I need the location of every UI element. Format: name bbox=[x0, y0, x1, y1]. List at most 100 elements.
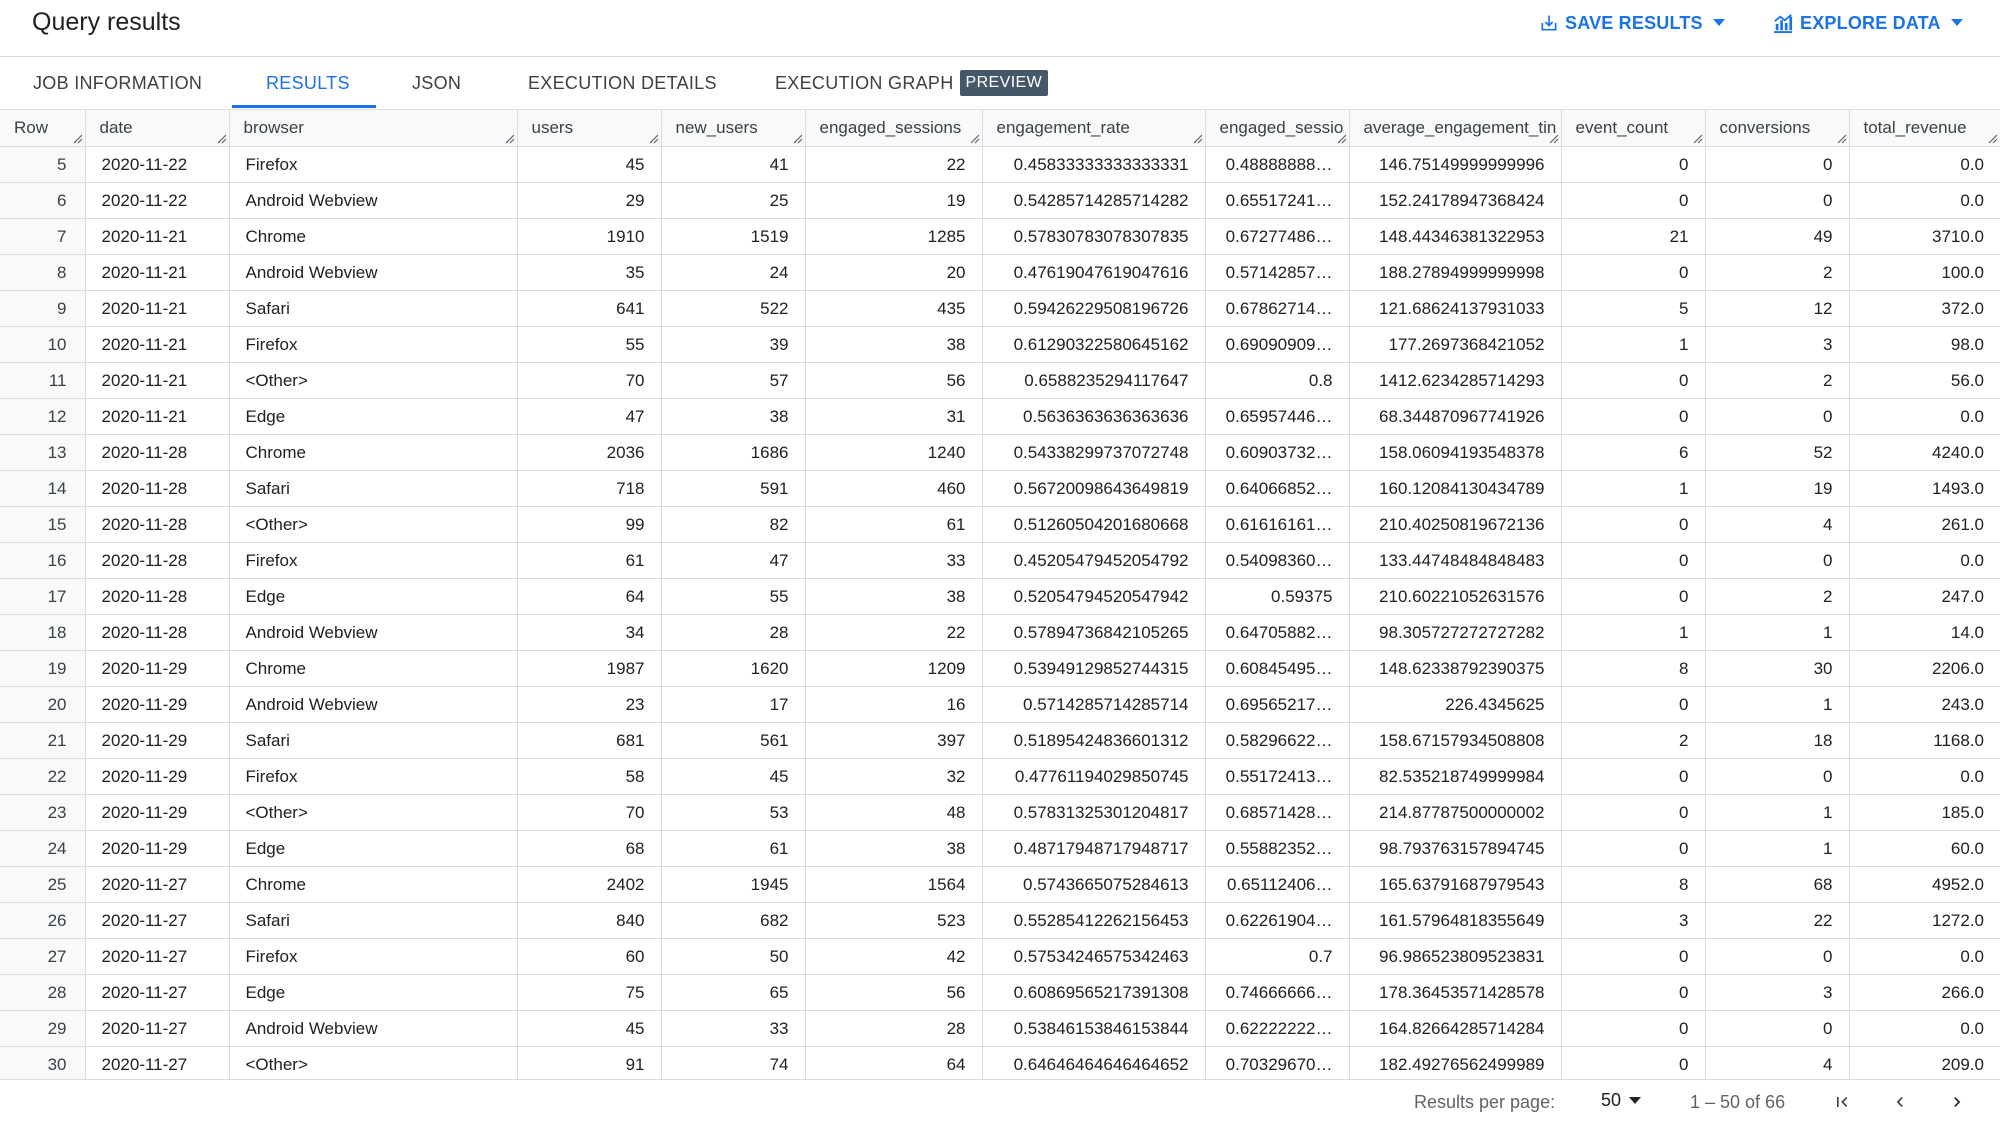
column-header-row[interactable]: Row bbox=[0, 110, 86, 147]
table-cell-engaged-sessio: 0.64066852… bbox=[1205, 470, 1350, 507]
table-row[interactable]: 19 2020-11-29 Chrome 1987 1620 1209 0.53949129… bbox=[0, 650, 2000, 687]
table-cell-users: 35 bbox=[517, 254, 662, 291]
table-row[interactable]: 23 2020-11-29 <Other> 70 53 48 0.5783132530120… bbox=[0, 794, 2000, 831]
column-header-browser[interactable]: browser bbox=[229, 110, 518, 147]
table-row[interactable]: 13 2020-11-28 Chrome 2036 1686 1240 0.54338299… bbox=[0, 434, 2000, 471]
column-resize-handle-icon[interactable] bbox=[1693, 134, 1703, 144]
next-page-button[interactable] bbox=[1943, 1088, 1971, 1116]
column-resize-handle-icon[interactable] bbox=[217, 134, 227, 144]
column-header-date[interactable]: date bbox=[85, 110, 230, 147]
table-row[interactable]: 20 2020-11-29 Android Webview 23 17 16 0.57142… bbox=[0, 686, 2000, 723]
column-resize-handle-icon[interactable] bbox=[1549, 134, 1559, 144]
table-row[interactable]: 28 2020-11-27 Edge 75 65 56 0.6086956521739130… bbox=[0, 974, 2000, 1011]
first-page-button[interactable] bbox=[1828, 1088, 1856, 1116]
table-cell-total-revenue: 261.0 bbox=[1849, 506, 2000, 543]
table-row[interactable]: 30 2020-11-27 <Other> 91 74 64 0.6464646464646… bbox=[0, 1046, 2000, 1083]
table-row[interactable]: 14 2020-11-28 Safari 718 591 460 0.56720098643… bbox=[0, 470, 2000, 507]
table-cell-engaged-sessio: 0.57142857… bbox=[1205, 254, 1350, 291]
column-resize-handle-icon[interactable] bbox=[649, 134, 659, 144]
table-row[interactable]: 7 2020-11-21 Chrome 1910 1519 1285 0.578307830… bbox=[0, 218, 2000, 255]
table-cell-average-engagement-tin: 161.57964818355649 bbox=[1349, 902, 1562, 939]
table-row[interactable]: 8 2020-11-21 Android Webview 35 24 20 0.476190… bbox=[0, 254, 2000, 291]
table-cell-engaged-sessio: 0.62222222… bbox=[1205, 1010, 1350, 1047]
table-row[interactable]: 17 2020-11-28 Edge 64 55 38 0.5205479452054794… bbox=[0, 578, 2000, 615]
table-cell-event-count: 1 bbox=[1561, 326, 1706, 363]
table-cell-date: 2020-11-21 bbox=[85, 254, 230, 291]
table-row[interactable]: 9 2020-11-21 Safari 641 522 435 0.594262295081… bbox=[0, 290, 2000, 327]
table-row[interactable]: 12 2020-11-21 Edge 47 38 31 0.5636363636363636… bbox=[0, 398, 2000, 435]
table-row[interactable]: 18 2020-11-28 Android Webview 34 28 22 0.57894… bbox=[0, 614, 2000, 651]
column-header-event-count[interactable]: event_count bbox=[1561, 110, 1706, 147]
tab-execution-details[interactable]: EXECUTION DETAILS bbox=[528, 57, 717, 109]
previous-page-button[interactable] bbox=[1886, 1088, 1914, 1116]
column-header-new-users[interactable]: new_users bbox=[661, 110, 806, 147]
table-cell-browser: Safari bbox=[229, 902, 518, 939]
table-cell-users: 58 bbox=[517, 758, 662, 795]
column-header-conversions[interactable]: conversions bbox=[1705, 110, 1850, 147]
column-resize-handle-icon[interactable] bbox=[1193, 134, 1203, 144]
table-row[interactable]: 27 2020-11-27 Firefox 60 50 42 0.5753424657534… bbox=[0, 938, 2000, 975]
table-row[interactable]: 15 2020-11-28 <Other> 99 82 61 0.5126050420168… bbox=[0, 506, 2000, 543]
table-row[interactable]: 6 2020-11-22 Android Webview 29 25 19 0.542857… bbox=[0, 182, 2000, 219]
column-resize-handle-icon[interactable] bbox=[793, 134, 803, 144]
table-cell-engaged-sessions: 1285 bbox=[805, 218, 983, 255]
table-cell-average-engagement-tin: 148.62338792390375 bbox=[1349, 650, 1562, 687]
table-cell-average-engagement-tin: 182.49276562499989 bbox=[1349, 1046, 1562, 1083]
table-cell-engagement-rate: 0.60869565217391308 bbox=[982, 974, 1206, 1011]
tab-results[interactable]: RESULTS bbox=[266, 57, 350, 109]
column-resize-handle-icon[interactable] bbox=[73, 134, 83, 144]
table-cell-engagement-rate: 0.6588235294117647 bbox=[982, 362, 1206, 399]
table-cell-engaged-sessions: 33 bbox=[805, 542, 983, 579]
table-row[interactable]: 26 2020-11-27 Safari 840 682 523 0.55285412262… bbox=[0, 902, 2000, 939]
table-cell-event-count: 0 bbox=[1561, 794, 1706, 831]
active-tab-indicator bbox=[232, 105, 376, 108]
tab-json[interactable]: JSON bbox=[412, 57, 461, 109]
column-header-engaged-sessions[interactable]: engaged_sessions bbox=[805, 110, 983, 147]
column-resize-handle-icon[interactable] bbox=[505, 134, 515, 144]
table-row[interactable]: 25 2020-11-27 Chrome 2402 1945 1564 0.57436650… bbox=[0, 866, 2000, 903]
table-cell-event-count: 0 bbox=[1561, 398, 1706, 435]
table-cell-date: 2020-11-29 bbox=[85, 794, 230, 831]
column-header-total-revenue[interactable]: total_revenue bbox=[1849, 110, 2000, 147]
table-row[interactable]: 24 2020-11-29 Edge 68 61 38 0.4871794871794871… bbox=[0, 830, 2000, 867]
row-number: 17 bbox=[0, 578, 86, 615]
column-resize-handle-icon[interactable] bbox=[1337, 134, 1347, 144]
table-cell-date: 2020-11-29 bbox=[85, 722, 230, 759]
table-row[interactable]: 16 2020-11-28 Firefox 61 47 33 0.4520547945205… bbox=[0, 542, 2000, 579]
row-number: 20 bbox=[0, 686, 86, 723]
table-cell-average-engagement-tin: 214.87787500000002 bbox=[1349, 794, 1562, 831]
column-header-users[interactable]: users bbox=[517, 110, 662, 147]
table-cell-date: 2020-11-28 bbox=[85, 434, 230, 471]
table-cell-date: 2020-11-28 bbox=[85, 542, 230, 579]
tab-job-information[interactable]: JOB INFORMATION bbox=[33, 57, 202, 109]
table-cell-event-count: 0 bbox=[1561, 1010, 1706, 1047]
table-cell-total-revenue: 0.0 bbox=[1849, 146, 2000, 183]
table-cell-event-count: 1 bbox=[1561, 614, 1706, 651]
table-cell-total-revenue: 4240.0 bbox=[1849, 434, 2000, 471]
column-header-engaged-sessio[interactable]: engaged_sessio bbox=[1205, 110, 1350, 147]
column-resize-handle-icon[interactable] bbox=[970, 134, 980, 144]
table-row[interactable]: 21 2020-11-29 Safari 681 561 397 0.51895424836… bbox=[0, 722, 2000, 759]
table-row[interactable]: 22 2020-11-29 Firefox 58 45 32 0.4776119402985… bbox=[0, 758, 2000, 795]
save-results-button[interactable]: SAVE RESULTS bbox=[1539, 8, 1725, 38]
table-cell-total-revenue: 1493.0 bbox=[1849, 470, 2000, 507]
column-header-average-engagement-tin[interactable]: average_engagement_tin bbox=[1349, 110, 1562, 147]
column-resize-handle-icon[interactable] bbox=[1837, 134, 1847, 144]
column-resize-handle-icon[interactable] bbox=[1988, 134, 1998, 144]
table-cell-conversions: 0 bbox=[1705, 1010, 1850, 1047]
table-cell-total-revenue: 247.0 bbox=[1849, 578, 2000, 615]
table-row[interactable]: 11 2020-11-21 <Other> 70 57 56 0.6588235294117… bbox=[0, 362, 2000, 399]
column-header-engagement-rate[interactable]: engagement_rate bbox=[982, 110, 1206, 147]
row-number: 5 bbox=[0, 146, 86, 183]
table-row[interactable]: 5 2020-11-22 Firefox 45 41 22 0.45833333333333… bbox=[0, 146, 2000, 183]
table-row[interactable]: 29 2020-11-27 Android Webview 45 33 28 0.53846… bbox=[0, 1010, 2000, 1047]
row-number: 14 bbox=[0, 470, 86, 507]
tab-execution-graph[interactable]: EXECUTION GRAPH PREVIEW bbox=[775, 57, 1049, 109]
chevron-left-icon bbox=[1896, 1097, 1903, 1107]
table-row[interactable]: 10 2020-11-21 Firefox 55 39 38 0.6129032258064… bbox=[0, 326, 2000, 363]
table-cell-date: 2020-11-27 bbox=[85, 902, 230, 939]
table-cell-engaged-sessions: 1209 bbox=[805, 650, 983, 687]
explore-data-button[interactable]: EXPLORE DATA bbox=[1772, 8, 1963, 38]
results-per-page-select[interactable]: 50 bbox=[1601, 1090, 1642, 1111]
table-cell-engaged-sessio: 0.70329670… bbox=[1205, 1046, 1350, 1083]
